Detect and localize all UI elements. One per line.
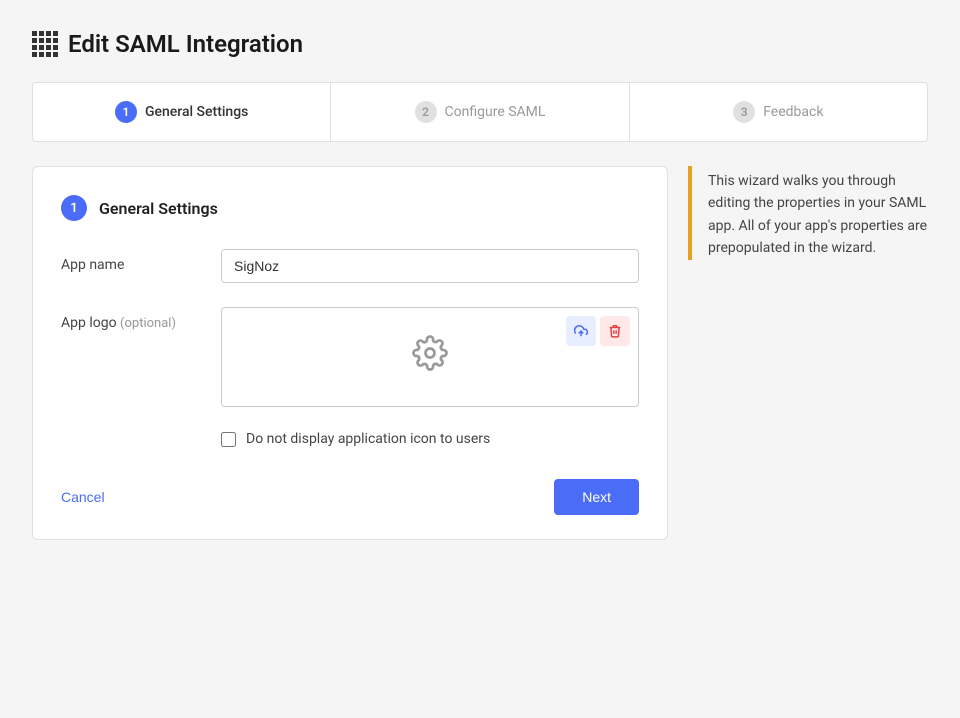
step-3-label: Feedback bbox=[763, 104, 823, 120]
app-logo-field: App logo (optional) bbox=[61, 307, 639, 407]
app-logo-label: App logo (optional) bbox=[61, 307, 221, 331]
form-section-title: General Settings bbox=[99, 199, 218, 218]
upload-icon bbox=[574, 324, 588, 338]
step-2-label: Configure SAML bbox=[445, 104, 546, 120]
grid-icon bbox=[32, 31, 58, 57]
delete-icon bbox=[608, 324, 622, 338]
visibility-checkbox-label[interactable]: Do not display application icon to users bbox=[246, 431, 490, 447]
step-2-number: 2 bbox=[415, 101, 437, 123]
app-name-field: App name bbox=[61, 249, 639, 283]
form-card-header: 1 General Settings bbox=[61, 195, 639, 221]
app-name-label: App name bbox=[61, 249, 221, 273]
step-1[interactable]: 1 General Settings bbox=[33, 83, 331, 141]
visibility-checkbox[interactable] bbox=[221, 432, 236, 447]
cancel-button[interactable]: Cancel bbox=[61, 489, 105, 505]
next-button[interactable]: Next bbox=[554, 479, 639, 515]
upload-logo-button[interactable] bbox=[566, 316, 596, 346]
page-title: Edit SAML Integration bbox=[68, 30, 303, 58]
form-footer: Cancel Next bbox=[61, 475, 639, 515]
sidebar-text: This wizard walks you through editing th… bbox=[708, 170, 928, 260]
visibility-checkbox-area: Do not display application icon to users bbox=[221, 431, 490, 447]
logo-upload-area[interactable] bbox=[221, 307, 639, 407]
logo-upload-buttons bbox=[566, 316, 630, 346]
step-3-number: 3 bbox=[733, 101, 755, 123]
app-name-input[interactable] bbox=[221, 249, 639, 283]
app-logo-input-area bbox=[221, 307, 639, 407]
step-3[interactable]: 3 Feedback bbox=[630, 83, 927, 141]
gear-placeholder-icon bbox=[412, 335, 448, 379]
content-area: 1 General Settings App name App logo (op… bbox=[32, 166, 928, 540]
step-1-label: General Settings bbox=[145, 104, 248, 120]
delete-logo-button[interactable] bbox=[600, 316, 630, 346]
app-name-input-area bbox=[221, 249, 639, 283]
step-1-number: 1 bbox=[115, 101, 137, 123]
step-2[interactable]: 2 Configure SAML bbox=[331, 83, 629, 141]
step-badge: 1 bbox=[61, 195, 87, 221]
page-title-area: Edit SAML Integration bbox=[32, 30, 928, 58]
app-visibility-field: Do not display application icon to users bbox=[61, 431, 639, 447]
sidebar-info: This wizard walks you through editing th… bbox=[688, 166, 928, 260]
form-card: 1 General Settings App name App logo (op… bbox=[32, 166, 668, 540]
steps-nav: 1 General Settings 2 Configure SAML 3 Fe… bbox=[32, 82, 928, 142]
